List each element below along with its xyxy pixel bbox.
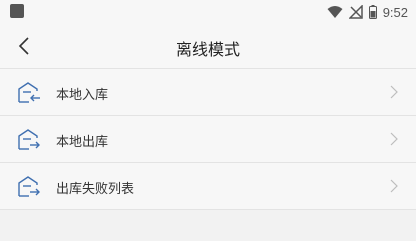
status-bar: 9:52	[0, 0, 416, 24]
notification-icon	[10, 4, 24, 18]
warehouse-out-icon	[18, 176, 40, 197]
menu-item-local-inbound[interactable]: 本地入库	[0, 68, 416, 115]
chevron-right-icon	[390, 179, 398, 193]
status-icons: 9:52	[327, 2, 408, 22]
menu-item-label: 本地入库	[56, 88, 109, 103]
chevron-right-icon	[390, 132, 398, 146]
wifi-icon	[327, 5, 343, 19]
app-header: 离线模式	[0, 24, 416, 68]
menu-item-label: 本地出库	[56, 135, 109, 150]
menu-item-local-outbound[interactable]: 本地出库	[0, 115, 416, 162]
warehouse-in-icon	[18, 82, 40, 103]
warehouse-out-icon	[18, 129, 40, 150]
page-title: 离线模式	[175, 40, 240, 59]
menu-list: 本地入库 本地出库 出库失败列表	[0, 68, 416, 210]
menu-item-outbound-failures[interactable]: 出库失败列表	[0, 162, 416, 210]
signal-off-icon	[348, 5, 363, 19]
battery-icon	[368, 5, 377, 19]
menu-item-label: 出库失败列表	[56, 182, 135, 197]
status-time: 9:52	[382, 4, 408, 20]
chevron-right-icon	[390, 85, 398, 99]
